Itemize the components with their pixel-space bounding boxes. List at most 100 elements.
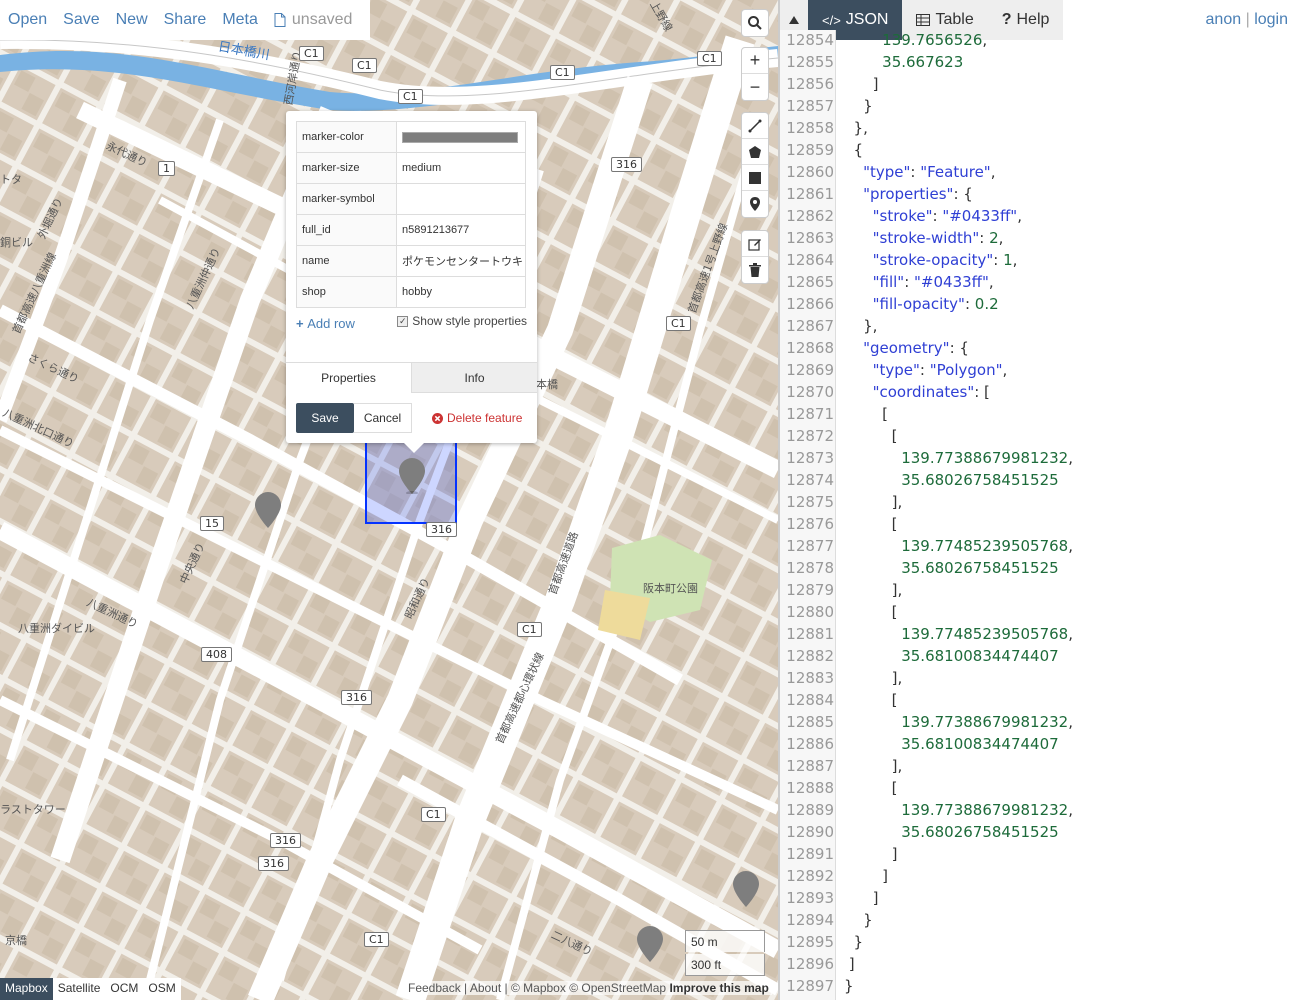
checkbox-icon[interactable]: ✓ bbox=[397, 316, 409, 327]
code-line[interactable]: 12891 ] bbox=[780, 843, 1296, 865]
json-editor[interactable]: 12854 139.7656526, 12855 35.667623 12856 ]… bbox=[780, 30, 1296, 1000]
code-line[interactable]: 12897} bbox=[780, 975, 1296, 997]
cancel-button[interactable]: Cancel bbox=[354, 403, 412, 433]
code-line[interactable]: 12861 "properties": { bbox=[780, 183, 1296, 205]
code-line[interactable]: 12881 139.77485239505768, bbox=[780, 623, 1296, 645]
code-line[interactable]: 12880 [ bbox=[780, 601, 1296, 623]
property-key[interactable]: marker-symbol bbox=[296, 183, 397, 215]
code-line[interactable]: 12872 [ bbox=[780, 425, 1296, 447]
feedback-link[interactable]: Feedback bbox=[408, 981, 461, 995]
edit-icon[interactable] bbox=[742, 231, 768, 257]
code-line[interactable]: 12860 "type": "Feature", bbox=[780, 161, 1296, 183]
code-line[interactable]: 12886 35.68100834474407 bbox=[780, 733, 1296, 755]
code-line[interactable]: 12864 "stroke-opacity": 1, bbox=[780, 249, 1296, 271]
code-line[interactable]: 12868 "geometry": { bbox=[780, 337, 1296, 359]
line-number: 12859 bbox=[786, 141, 834, 159]
code-line[interactable]: 12873 139.77388679981232, bbox=[780, 447, 1296, 469]
save-menu[interactable]: Save bbox=[55, 11, 107, 29]
code-line[interactable]: 12892 ] bbox=[780, 865, 1296, 887]
property-value[interactable]: medium bbox=[396, 152, 526, 184]
property-value[interactable]: hobby bbox=[396, 276, 526, 308]
code-line[interactable]: 12896 ] bbox=[780, 953, 1296, 975]
top-menu: Open Save New Share Meta unsaved bbox=[0, 0, 370, 40]
trash-icon[interactable] bbox=[742, 257, 768, 283]
code-line[interactable]: 12890 35.68026758451525 bbox=[780, 821, 1296, 843]
layer-mapbox[interactable]: Mapbox bbox=[0, 978, 53, 1000]
property-value[interactable] bbox=[396, 183, 526, 215]
layer-osm[interactable]: OSM bbox=[143, 978, 180, 1000]
delete-feature-button[interactable]: Delete feature bbox=[432, 411, 522, 425]
code-line[interactable]: 12885 139.77388679981232, bbox=[780, 711, 1296, 733]
tab-info[interactable]: Info bbox=[411, 363, 537, 393]
draw-marker-icon[interactable] bbox=[742, 191, 768, 217]
share-menu[interactable]: Share bbox=[156, 11, 215, 29]
code-line[interactable]: 12895 } bbox=[780, 931, 1296, 953]
anon-link[interactable]: anon bbox=[1206, 11, 1242, 28]
code-line[interactable]: 12858 }, bbox=[780, 117, 1296, 139]
show-style-toggle[interactable]: ✓ Show style properties bbox=[397, 314, 527, 334]
marker-pin[interactable] bbox=[399, 458, 425, 494]
marker-color-swatch[interactable] bbox=[402, 131, 518, 143]
save-button[interactable]: Save bbox=[296, 403, 354, 433]
code-line[interactable]: 12865 "fill": "#0433ff", bbox=[780, 271, 1296, 293]
mapbox-link[interactable]: © Mapbox bbox=[511, 981, 566, 995]
code-line[interactable]: 12867 }, bbox=[780, 315, 1296, 337]
marker-pin[interactable] bbox=[733, 871, 759, 907]
code-line[interactable]: 12887 ], bbox=[780, 755, 1296, 777]
draw-line-icon[interactable] bbox=[742, 113, 768, 139]
code-line[interactable]: 12884 [ bbox=[780, 689, 1296, 711]
draw-rectangle-icon[interactable] bbox=[742, 165, 768, 191]
property-key[interactable]: name bbox=[296, 245, 397, 277]
code-line[interactable]: 12870 "coordinates": [ bbox=[780, 381, 1296, 403]
code-line[interactable]: 12879 ], bbox=[780, 579, 1296, 601]
code-line[interactable]: 12882 35.68100834474407 bbox=[780, 645, 1296, 667]
code-line[interactable]: 12888 [ bbox=[780, 777, 1296, 799]
property-key[interactable]: marker-size bbox=[296, 152, 397, 184]
line-number: 12897 bbox=[786, 977, 834, 995]
table-row: marker-symbol bbox=[296, 183, 526, 215]
new-menu[interactable]: New bbox=[108, 11, 156, 29]
code-line[interactable]: 12874 35.68026758451525 bbox=[780, 469, 1296, 491]
code-line[interactable]: 12863 "stroke-width": 2, bbox=[780, 227, 1296, 249]
code-line[interactable]: 12859 { bbox=[780, 139, 1296, 161]
tab-properties[interactable]: Properties bbox=[286, 363, 411, 393]
code-line[interactable]: 12876 [ bbox=[780, 513, 1296, 535]
marker-pin[interactable] bbox=[255, 492, 281, 528]
code-line[interactable]: 12866 "fill-opacity": 0.2 bbox=[780, 293, 1296, 315]
property-key[interactable]: shop bbox=[296, 276, 397, 308]
code-line[interactable]: 12854 139.7656526, bbox=[780, 30, 1296, 51]
osm-link[interactable]: © OpenStreetMap bbox=[569, 981, 666, 995]
zoom-out-button[interactable]: − bbox=[742, 74, 768, 100]
code-line[interactable]: 12857 } bbox=[780, 95, 1296, 117]
add-row-button[interactable]: + Add row bbox=[296, 314, 356, 334]
map-canvas[interactable]: 日本橋川 永代通り 外堀通り 八重洲仲通り 首都高速八重洲線 さくら通り 八重洲… bbox=[0, 0, 778, 1000]
code-line[interactable]: 12855 35.667623 bbox=[780, 51, 1296, 73]
code-line[interactable]: 12862 "stroke": "#0433ff", bbox=[780, 205, 1296, 227]
code-line[interactable]: 12871 [ bbox=[780, 403, 1296, 425]
code-line[interactable]: 12877 139.77485239505768, bbox=[780, 535, 1296, 557]
layer-ocm[interactable]: OCM bbox=[105, 978, 143, 1000]
meta-menu[interactable]: Meta bbox=[214, 11, 266, 29]
code-line[interactable]: 12883 ], bbox=[780, 667, 1296, 689]
marker-pin[interactable] bbox=[637, 926, 663, 962]
code-line[interactable]: 12878 35.68026758451525 bbox=[780, 557, 1296, 579]
code-line[interactable]: 12875 ], bbox=[780, 491, 1296, 513]
open-menu[interactable]: Open bbox=[0, 11, 55, 29]
code-line[interactable]: 12856 ] bbox=[780, 73, 1296, 95]
layer-satellite[interactable]: Satellite bbox=[53, 978, 106, 1000]
property-value[interactable]: n5891213677 bbox=[396, 214, 526, 246]
property-key[interactable]: marker-color bbox=[296, 121, 397, 153]
about-link[interactable]: About bbox=[470, 981, 501, 995]
code-line[interactable]: 12893 ] bbox=[780, 887, 1296, 909]
property-value[interactable]: ポケモンセンタートウキ bbox=[396, 245, 526, 277]
code-line[interactable]: 12894 } bbox=[780, 909, 1296, 931]
zoom-in-button[interactable]: + bbox=[742, 48, 768, 74]
draw-polygon-icon[interactable] bbox=[742, 139, 768, 165]
code-line[interactable]: 12869 "type": "Polygon", bbox=[780, 359, 1296, 381]
improve-map-link[interactable]: Improve this map bbox=[669, 981, 768, 995]
login-link[interactable]: login bbox=[1254, 11, 1288, 28]
property-value[interactable] bbox=[396, 121, 526, 153]
property-key[interactable]: full_id bbox=[296, 214, 397, 246]
search-icon[interactable] bbox=[742, 10, 768, 36]
code-line[interactable]: 12889 139.77388679981232, bbox=[780, 799, 1296, 821]
